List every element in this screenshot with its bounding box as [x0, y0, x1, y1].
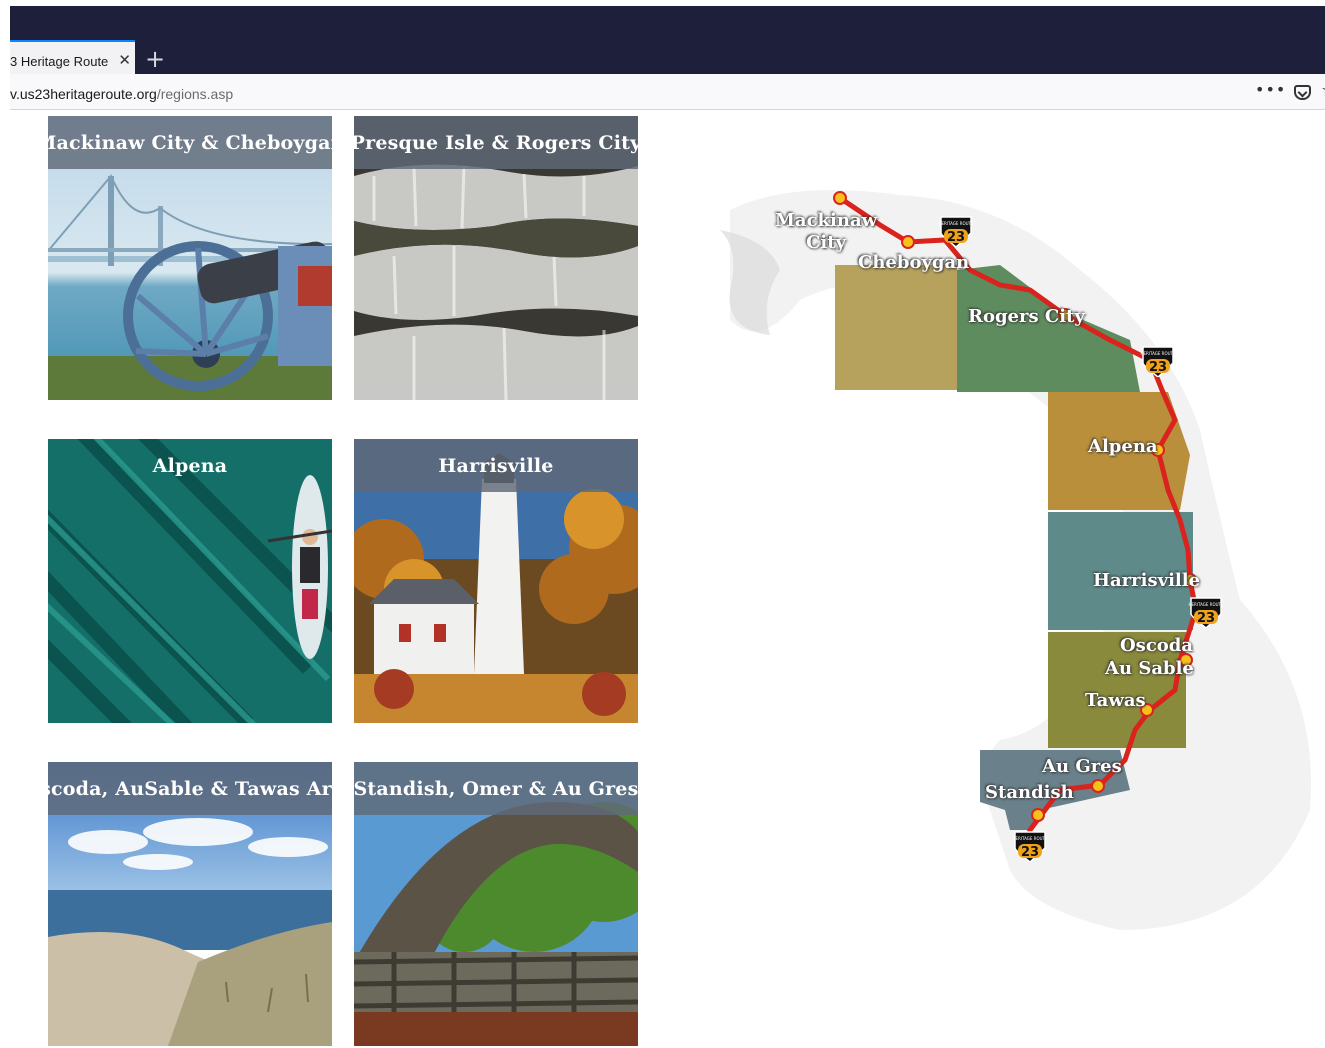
new-tab-button[interactable]: +	[145, 44, 165, 74]
region-card-label: Mackinaw City & Cheboygan	[48, 116, 332, 169]
svg-text:23: 23	[947, 230, 965, 245]
map-label-alpena[interactable]: Alpena	[1088, 436, 1158, 457]
url-host: v.us23heritageroute.org	[10, 86, 157, 102]
close-tab-icon[interactable]: ✕	[118, 51, 131, 69]
map-label-oscoda[interactable]: Oscoda	[1120, 635, 1193, 656]
map-label-au-gres[interactable]: Au Gres	[1042, 756, 1122, 777]
map-label-tawas[interactable]: Tawas	[1085, 690, 1146, 711]
route-23-shield-icon: 23 HERITAGE ROUTE	[1012, 828, 1048, 863]
browser-titlebar: 3 Heritage Route ✕ +	[10, 6, 1325, 80]
map-label-harrisville[interactable]: Harrisville	[1093, 570, 1200, 591]
region-card-label: Alpena	[152, 454, 228, 477]
svg-text:HERITAGE ROUTE: HERITAGE ROUTE	[1140, 351, 1175, 356]
map-label-cheboygan[interactable]: Cheboygan	[858, 252, 969, 273]
region-card-mackinaw-cheboygan[interactable]: Mackinaw City & Cheboygan	[48, 116, 332, 400]
region-card-presque-isle-rogers-city[interactable]: Presque Isle & Rogers City	[354, 116, 638, 400]
pocket-icon[interactable]	[1294, 85, 1311, 100]
svg-text:HERITAGE ROUTE: HERITAGE ROUTE	[1188, 602, 1223, 607]
left-edge	[0, 0, 10, 1048]
svg-text:23: 23	[1149, 360, 1167, 375]
region-card-label: Harrisville	[354, 439, 638, 492]
region-card-label: Oscoda, AuSable & Tawas Area	[48, 762, 332, 815]
regions-page: Mackinaw City & Cheboygan Presque Isle &…	[10, 110, 1325, 1048]
svg-text:23: 23	[1021, 845, 1039, 860]
region-card-alpena[interactable]: Alpena	[48, 439, 332, 723]
route-23-shield-icon: 23 HERITAGE ROUTE	[1140, 343, 1176, 378]
page-actions-icon[interactable]: •••	[1255, 80, 1286, 99]
svg-text:HERITAGE ROUTE: HERITAGE ROUTE	[938, 221, 973, 226]
svg-text:23: 23	[1197, 611, 1215, 626]
svg-text:HERITAGE ROUTE: HERITAGE ROUTE	[1012, 836, 1047, 841]
region-card-harrisville[interactable]: Harrisville	[354, 439, 638, 723]
url-path: /regions.asp	[156, 86, 234, 102]
address-bar[interactable]: v.us23heritageroute.org/regions.asp ••• …	[10, 74, 1325, 110]
region-card-label: Standish, Omer & Au Gres	[354, 762, 638, 815]
route-23-shield-icon: 23 HERITAGE ROUTE	[1188, 594, 1224, 629]
map-label-au-sable[interactable]: Au Sable	[1105, 658, 1194, 679]
bookmark-star-icon[interactable]: ☆	[1321, 80, 1325, 101]
region-card-label: Presque Isle & Rogers City	[354, 116, 638, 169]
regions-map[interactable]: Mackinaw City Cheboygan Rogers City Alpe…	[700, 170, 1325, 950]
map-label-standish[interactable]: Standish	[985, 782, 1074, 803]
region-card-standish-omer-augres[interactable]: Standish, Omer & Au Gres	[354, 762, 638, 1046]
tab-title: 3 Heritage Route	[10, 53, 109, 69]
region-card-oscoda-ausable-tawas[interactable]: Oscoda, AuSable & Tawas Area	[48, 762, 332, 1046]
route-23-shield-icon: 23 HERITAGE ROUTE	[938, 213, 974, 248]
map-label-mackinaw-city[interactable]: Mackinaw City	[775, 210, 877, 254]
map-label-rogers-city[interactable]: Rogers City	[968, 306, 1085, 327]
url-text[interactable]: v.us23heritageroute.org/regions.asp	[10, 86, 233, 102]
